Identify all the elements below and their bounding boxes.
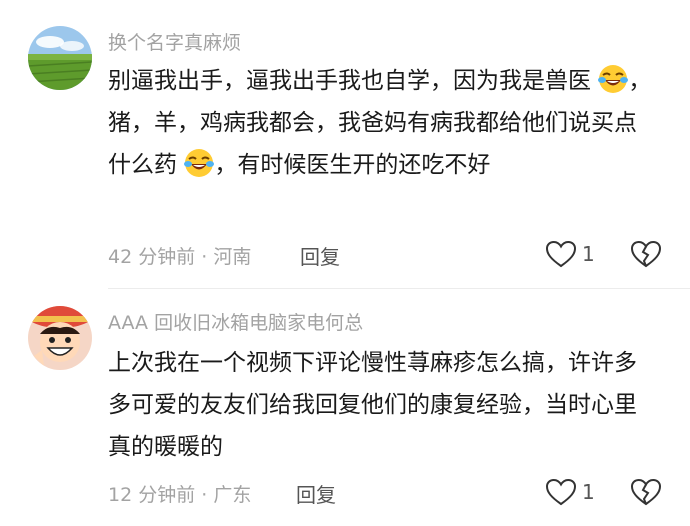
reply-button[interactable]: 回复 — [300, 241, 340, 270]
grinning-tears-emoji — [598, 65, 629, 93]
comment-text-part: ，有时候医生开的还吃不好 — [214, 152, 491, 178]
username[interactable]: AAA 回收旧冰箱电脑家电何总 — [108, 308, 363, 335]
reply-button[interactable]: 回复 — [296, 479, 336, 508]
comment-text-part: 别逼我出手，逼我出手我也自学，因为我是兽医 — [108, 68, 591, 94]
comment-item: AAA 回收旧冰箱电脑家电何总 上次我在一个视频下评论慢性荨麻疹怎么搞，许许多多… — [0, 290, 690, 526]
grinning-tears-emoji — [184, 149, 215, 177]
time-location: 12 分钟前 · 广东 — [108, 484, 252, 506]
broken-heart-icon[interactable] — [630, 477, 662, 507]
comment-text: 别逼我出手，逼我出手我也自学，因为我是兽医 ，猪，羊，鸡病我都会，我爸妈有病我都… — [108, 60, 658, 186]
heart-icon[interactable] — [545, 239, 577, 269]
username[interactable]: 换个名字真麻烦 — [108, 28, 241, 55]
broken-heart-icon[interactable] — [630, 239, 662, 269]
divider — [108, 288, 690, 289]
heart-icon[interactable] — [545, 477, 577, 507]
avatar[interactable] — [28, 306, 92, 370]
time-location: 42 分钟前 · 河南 — [108, 246, 252, 268]
like-count: 1 — [582, 480, 595, 504]
like-count: 1 — [582, 242, 595, 266]
avatar[interactable] — [28, 26, 92, 90]
comment-item: 换个名字真麻烦 别逼我出手，逼我出手我也自学，因为我是兽医 ，猪，羊，鸡病我都会… — [0, 0, 690, 290]
comment-text: 上次我在一个视频下评论慢性荨麻疹怎么搞，许许多多可爱的友友们给我回复他们的康复经… — [108, 350, 637, 460]
